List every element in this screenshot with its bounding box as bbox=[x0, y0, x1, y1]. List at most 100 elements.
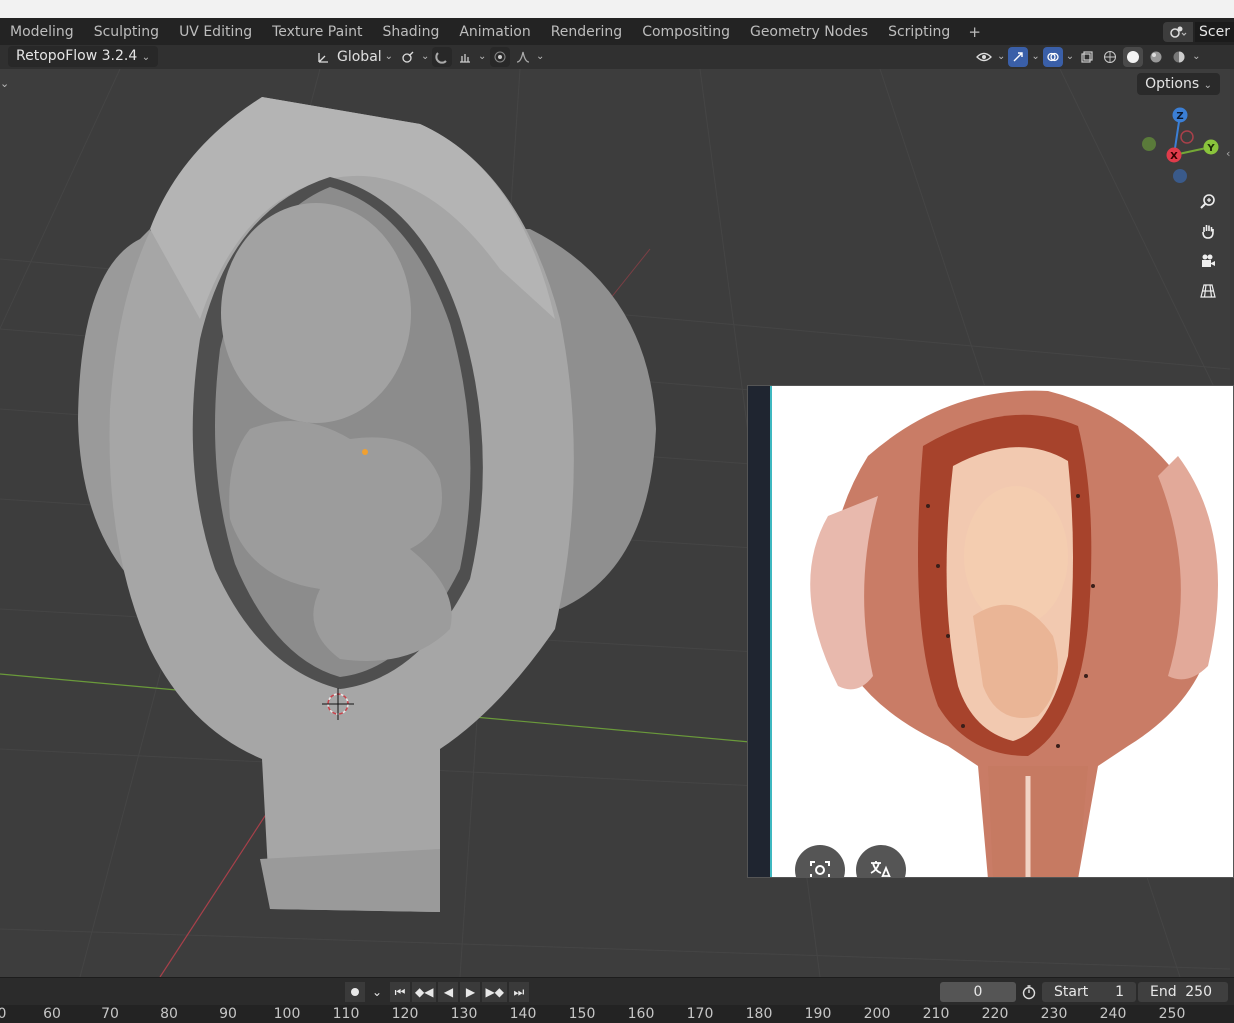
perspective-grid-icon[interactable] bbox=[1196, 279, 1220, 303]
proportional-editing-group: ⌄ bbox=[490, 46, 544, 67]
pivot-point-icon[interactable] bbox=[398, 47, 418, 67]
blender-window: Modeling Sculpting UV Editing Texture Pa… bbox=[0, 0, 1234, 1023]
add-workspace-button[interactable]: + bbox=[960, 23, 989, 41]
ruler-tick: 110 bbox=[332, 1006, 360, 1022]
tab-geometry-nodes[interactable]: Geometry Nodes bbox=[740, 18, 878, 45]
jump-to-start-icon[interactable]: ⏮ bbox=[390, 982, 410, 1002]
tab-compositing[interactable]: Compositing bbox=[632, 18, 740, 45]
next-keyframe-icon[interactable]: ▶◆ bbox=[482, 982, 507, 1002]
xray-toggle-icon[interactable] bbox=[1077, 47, 1097, 67]
previous-keyframe-icon[interactable]: ◆◀ bbox=[412, 982, 437, 1002]
pivot-group: ⌄ bbox=[398, 46, 429, 67]
chevron-down-icon: ⌄ bbox=[536, 51, 545, 62]
zoom-icon[interactable] bbox=[1196, 189, 1220, 213]
frame-ruler[interactable]: 0 60 70 80 90 100 110 120 130 140 150 16… bbox=[0, 1005, 1234, 1023]
orientation-axes-icon bbox=[314, 47, 334, 67]
snap-increment-icon[interactable] bbox=[455, 47, 475, 67]
chevron-down-icon: ⌄ bbox=[1203, 80, 1212, 91]
chevron-down-icon: ⌄ bbox=[478, 51, 487, 62]
snap-magnet-icon[interactable] bbox=[432, 46, 452, 67]
scene-name[interactable]: Scer bbox=[1195, 21, 1234, 42]
ruler-tick: 130 bbox=[450, 1006, 478, 1022]
navigation-gizmo[interactable]: Z X Y ‹ bbox=[1130, 105, 1230, 195]
chevron-down-icon: ⌄ bbox=[1065, 51, 1075, 62]
scene-icon bbox=[1163, 21, 1194, 42]
tab-scripting[interactable]: Scripting bbox=[878, 18, 960, 45]
proportional-editing-icon[interactable] bbox=[490, 46, 510, 67]
tab-sculpting[interactable]: Sculpting bbox=[84, 18, 169, 45]
reference-image-overlay[interactable] bbox=[747, 385, 1234, 878]
camera-view-icon[interactable] bbox=[1196, 249, 1220, 273]
end-frame-field[interactable]: End 250 bbox=[1138, 982, 1228, 1002]
tab-uv-editing[interactable]: UV Editing bbox=[169, 18, 262, 45]
eye-visibility-icon[interactable] bbox=[974, 47, 994, 67]
ruler-tick: 80 bbox=[160, 1006, 178, 1022]
solid-shading-icon[interactable] bbox=[1123, 46, 1144, 67]
keyframe-controls: ⌄ bbox=[345, 982, 387, 1002]
current-frame-field[interactable]: 0 bbox=[940, 982, 1016, 1002]
timeline-header: ⌄ ⏮ ◆◀ ◀ ▶ ▶◆ ⏭ 0 Start 1 End 250 bbox=[0, 977, 1234, 1005]
retopoflow-label: RetopoFlow 3.2.4 bbox=[16, 48, 138, 64]
options-dropdown[interactable]: Options ⌄ bbox=[1137, 73, 1220, 95]
chevron-down-icon[interactable]: ⌄ bbox=[0, 77, 9, 90]
gizmo-neg-x[interactable] bbox=[1180, 130, 1194, 144]
end-value: 250 bbox=[1185, 984, 1212, 1000]
ruler-tick: 120 bbox=[391, 1006, 419, 1022]
visibility-group: ⌄ ⌄ ⌄ ⌄ bbox=[974, 46, 1201, 67]
ruler-tick: 200 bbox=[863, 1006, 891, 1022]
play-reverse-icon[interactable]: ◀ bbox=[438, 982, 459, 1002]
gizmo-neg-z[interactable] bbox=[1173, 169, 1187, 183]
chevron-down-icon: ⌄ bbox=[1031, 51, 1040, 62]
chevron-left-icon[interactable]: ‹ bbox=[1226, 147, 1230, 160]
ruler-tick: 150 bbox=[568, 1006, 596, 1022]
ruler-tick: 140 bbox=[509, 1006, 537, 1022]
retopoflow-dropdown[interactable]: RetopoFlow 3.2.4 ⌄ bbox=[8, 46, 159, 67]
ruler-tick: 60 bbox=[43, 1006, 61, 1022]
ruler-tick: 210 bbox=[922, 1006, 950, 1022]
chevron-down-icon: ⌄ bbox=[141, 52, 151, 63]
chevron-down-icon: ⌄ bbox=[997, 51, 1006, 62]
transform-orientation-group: Global ⌄ bbox=[314, 46, 393, 67]
play-icon[interactable]: ▶ bbox=[460, 982, 481, 1002]
falloff-curve-icon[interactable] bbox=[513, 47, 533, 67]
stopwatch-icon[interactable] bbox=[1021, 984, 1037, 1004]
overlay-toggle-icon[interactable] bbox=[1042, 46, 1063, 67]
workspace-bar: Modeling Sculpting UV Editing Texture Pa… bbox=[0, 18, 1234, 45]
tab-texture-paint[interactable]: Texture Paint bbox=[262, 18, 372, 45]
ruler-tick: 220 bbox=[981, 1006, 1009, 1022]
tab-rendering[interactable]: Rendering bbox=[541, 18, 633, 45]
ruler-tick: 170 bbox=[686, 1006, 714, 1022]
ruler-tick: 90 bbox=[219, 1006, 237, 1022]
scene-selector[interactable]: Scer bbox=[1163, 18, 1234, 45]
ruler-tick: 0 bbox=[0, 1006, 7, 1022]
tab-shading[interactable]: Shading bbox=[372, 18, 449, 45]
record-keyframe-icon[interactable] bbox=[345, 982, 365, 1002]
rendered-shading-icon[interactable] bbox=[1169, 47, 1189, 67]
chevron-down-icon[interactable]: ⌄ bbox=[367, 982, 387, 1002]
ruler-tick: 240 bbox=[1099, 1006, 1127, 1022]
ruler-tick: 70 bbox=[101, 1006, 119, 1022]
ruler-tick: 250 bbox=[1158, 1006, 1186, 1022]
chevron-down-icon: ⌄ bbox=[384, 51, 394, 62]
playback-controls: ⏮ ◆◀ ◀ ▶ ▶◆ ⏭ bbox=[390, 982, 529, 1002]
gizmo-toggle-icon[interactable] bbox=[1008, 46, 1029, 67]
tab-modeling[interactable]: Modeling bbox=[0, 18, 84, 45]
material-preview-icon[interactable] bbox=[1146, 47, 1166, 67]
ruler-tick: 100 bbox=[273, 1006, 301, 1022]
end-label: End bbox=[1150, 984, 1177, 1000]
object-origin-dot bbox=[362, 449, 368, 455]
jump-to-end-icon[interactable]: ⏭ bbox=[508, 982, 529, 1002]
hand-pan-icon[interactable] bbox=[1196, 219, 1220, 243]
uterus-mesh-model[interactable] bbox=[78, 97, 656, 912]
gizmo-x-label: X bbox=[1170, 151, 1178, 162]
gizmo-y-label: Y bbox=[1206, 143, 1215, 154]
uterus-reference-photo bbox=[810, 390, 1218, 877]
chevron-down-icon: ⌄ bbox=[421, 51, 430, 62]
transform-orientation-dropdown[interactable]: Global bbox=[337, 49, 382, 65]
wireframe-shading-icon[interactable] bbox=[1100, 47, 1120, 67]
ruler-tick: 180 bbox=[745, 1006, 773, 1022]
tab-animation[interactable]: Animation bbox=[449, 18, 540, 45]
gizmo-neg-y[interactable] bbox=[1142, 137, 1156, 151]
chevron-down-icon: ⌄ bbox=[1192, 51, 1201, 62]
start-frame-field[interactable]: Start 1 bbox=[1042, 982, 1136, 1002]
